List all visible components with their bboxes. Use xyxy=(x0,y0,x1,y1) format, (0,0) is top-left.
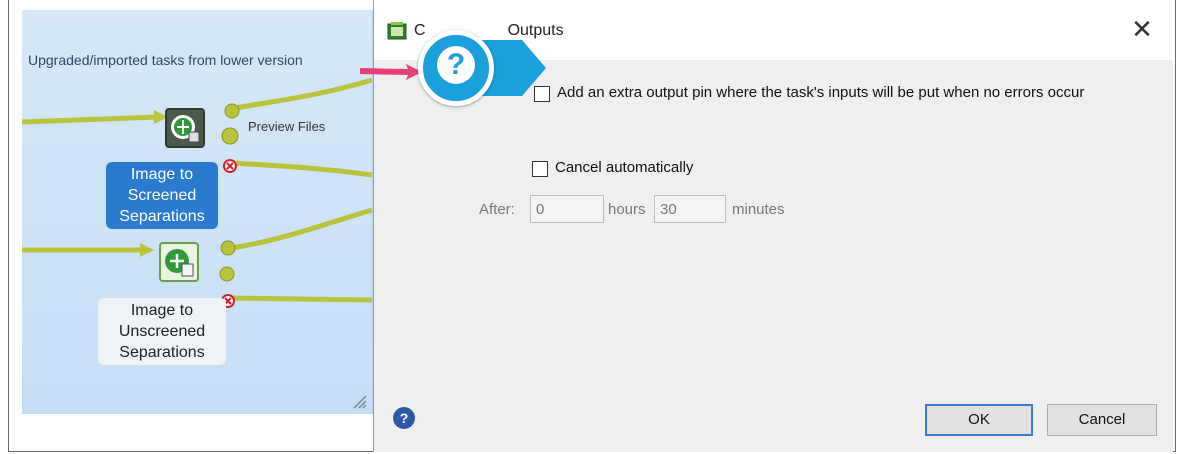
task-label-screened-separations[interactable]: Image to Screened Separations xyxy=(106,162,218,229)
flow-line xyxy=(22,114,158,125)
flow-line xyxy=(234,77,372,111)
hours-label: hours xyxy=(608,201,646,218)
flow-arrowhead xyxy=(140,243,154,257)
cancel-button[interactable]: Cancel xyxy=(1047,404,1157,436)
task-label-unscreened-separations[interactable]: Image to Unscreened Separations xyxy=(98,298,226,365)
globe-icon xyxy=(165,249,194,277)
output-pin xyxy=(221,127,239,145)
after-label: After: xyxy=(479,201,515,218)
app-icon xyxy=(387,22,407,40)
globe-icon xyxy=(171,115,200,143)
output-pin xyxy=(224,103,240,119)
hours-input[interactable] xyxy=(530,195,604,223)
extra-output-pin-label[interactable]: Add an extra output pin where the task's… xyxy=(557,84,1084,101)
question-badge: ? xyxy=(418,30,494,106)
minutes-input[interactable] xyxy=(654,195,726,223)
flow-line xyxy=(231,207,372,251)
canvas-title: Upgraded/imported tasks from lower versi… xyxy=(28,52,303,68)
resize-grip-icon xyxy=(353,395,367,409)
flow-line xyxy=(231,160,372,178)
output-pin xyxy=(219,266,235,282)
question-mark-icon: ? xyxy=(437,46,475,84)
minutes-label: minutes xyxy=(732,201,785,218)
help-callout: ? xyxy=(418,30,550,106)
unscreened-separations-task-icon[interactable] xyxy=(159,242,199,282)
pin-label-preview-files: Preview Files xyxy=(248,119,326,134)
close-icon[interactable]: ✕ xyxy=(1129,16,1155,42)
workflow-canvas[interactable]: Preview Files Image to Screened Separati… xyxy=(22,10,373,414)
ok-button[interactable]: OK xyxy=(925,404,1033,436)
output-pin xyxy=(220,240,236,256)
help-icon[interactable]: ? xyxy=(393,407,415,429)
cancel-automatically-checkbox[interactable] xyxy=(532,161,548,177)
cancel-automatically-label[interactable]: Cancel automatically xyxy=(555,159,693,176)
screened-separations-task-icon[interactable] xyxy=(165,108,205,148)
flow-line xyxy=(231,295,372,303)
